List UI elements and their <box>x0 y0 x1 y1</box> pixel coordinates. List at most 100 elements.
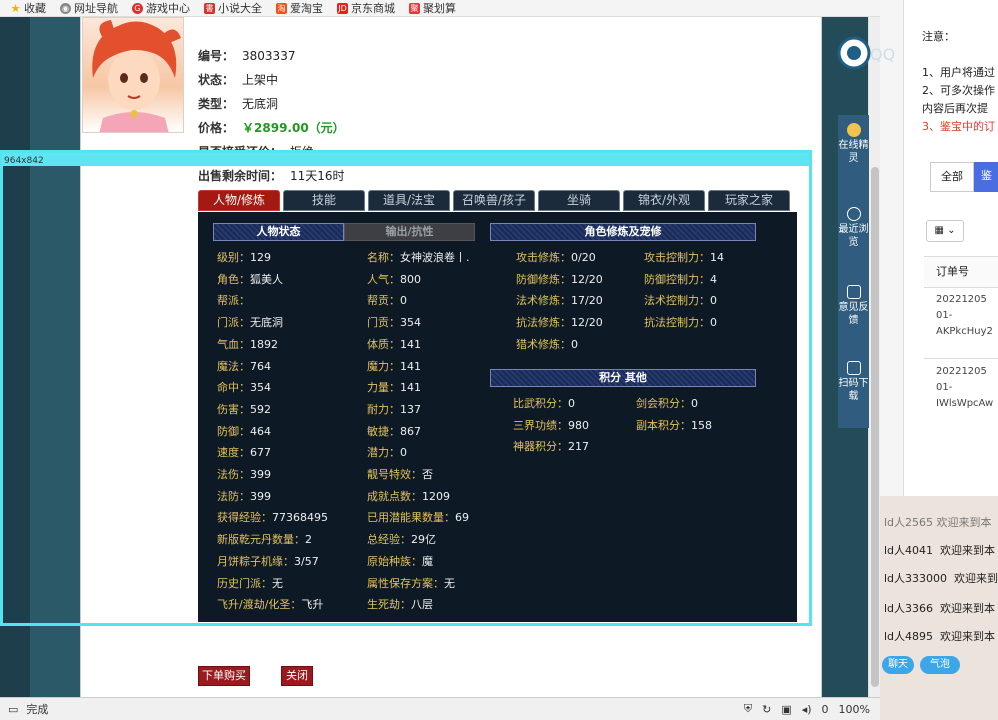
tab-summons[interactable]: 召唤兽/孩子 <box>453 190 535 211</box>
bookmark-juhuasuan[interactable]: 聚聚划算 <box>409 0 456 16</box>
stat-key: 帮贡： <box>367 294 400 308</box>
scrollbar-thumb[interactable] <box>871 167 879 687</box>
juhuasuan-icon: 聚 <box>409 2 420 14</box>
stat-value: 0 <box>568 397 575 410</box>
order-row-1[interactable]: 20221205 01- AKPkcHuy2 <box>924 292 998 340</box>
stat-key: 猎术修炼： <box>516 337 571 351</box>
grid-view-toggle[interactable]: ▦ ⌄ <box>926 220 964 242</box>
shield-icon[interactable]: ⛨ <box>744 702 752 716</box>
stat-row: 伤害：592 <box>217 401 271 417</box>
stat-key: 角色： <box>217 272 250 286</box>
subtab-status[interactable]: 人物状态 <box>213 223 344 241</box>
chat-line-1: ld人4041 欢迎来到本 <box>884 544 996 557</box>
stat-value: 八层 <box>411 598 433 612</box>
item-type: 无底洞 <box>242 97 279 111</box>
bookmark-favorites[interactable]: ★ 收藏 <box>10 0 46 16</box>
stat-value: 0 <box>691 397 698 410</box>
price-label: 价格： <box>198 121 235 135</box>
note-4: 3、鉴宝中的订 <box>922 120 995 133</box>
subtab-resist[interactable]: 输出/抗性 <box>344 223 475 241</box>
sidebar-qr-download[interactable]: 扫码下载 <box>838 361 869 403</box>
stat-row: 名称：女神波浪卷丨. <box>367 249 470 265</box>
tab-mounts[interactable]: 坐骑 <box>538 190 620 211</box>
stat-key: 耐力： <box>367 402 400 416</box>
tab-character[interactable]: 人物/修炼 <box>198 190 280 211</box>
status-bar: ▭ 完成 ⛨ ↻ ▣ ◂) 0 100% <box>0 697 880 720</box>
stat-value: 137 <box>400 402 421 416</box>
stat-key: 体质： <box>367 337 400 351</box>
bookmark-taobao[interactable]: 淘爱淘宝 <box>276 0 323 16</box>
sidebar-feedback[interactable]: 意见反馈 <box>838 285 869 327</box>
stat-value: 764 <box>250 359 271 373</box>
points-header: 积分 其他 <box>490 369 756 387</box>
stat-row: 历史门派：无 <box>217 575 283 591</box>
stat-row: 角色：狐美人 <box>217 271 283 287</box>
points-row: 神器积分：217 <box>513 438 589 454</box>
stat-key: 防御控制力： <box>644 272 710 286</box>
stat-row: 潜力：0 <box>367 444 407 460</box>
stat-value: 77368495 <box>272 511 328 525</box>
stat-value: 0 <box>400 294 407 308</box>
filter-all[interactable]: 全部 <box>930 162 974 192</box>
bookmark-nav[interactable]: ◉ 网址导航 <box>60 0 118 16</box>
stat-key: 剑会积分： <box>636 397 691 410</box>
stat-value: 否 <box>422 468 433 481</box>
stat-row: 体质：141 <box>367 336 421 352</box>
bookmark-novels[interactable]: 書小说大全 <box>204 0 262 16</box>
item-price: ￥2899.00（元） <box>242 121 345 135</box>
sidebar-recent[interactable]: 最近浏览 <box>838 207 869 249</box>
stat-value: 980 <box>568 418 589 432</box>
stat-row: 靓号特效：否 <box>367 466 433 482</box>
item-status: 上架中 <box>242 73 279 87</box>
buy-button[interactable]: 下单购买 <box>198 666 250 686</box>
audio-icon[interactable]: ◂) <box>802 703 812 716</box>
chat-line-4: ld人4895 欢迎来到本 <box>884 630 996 643</box>
chat-pill-bubble[interactable]: 气泡 <box>920 656 960 674</box>
refresh-icon[interactable]: ↻ <box>762 703 771 716</box>
order-divider <box>924 358 998 359</box>
stat-key: 力量： <box>367 381 400 395</box>
tab-skills[interactable]: 技能 <box>283 190 365 211</box>
tab-outfits[interactable]: 锦衣/外观 <box>623 190 705 211</box>
points-row: 剑会积分：0 <box>636 395 698 411</box>
id-label: 编号： <box>198 49 235 63</box>
stat-value: 69 <box>455 511 469 525</box>
tab-items[interactable]: 道具/法宝 <box>368 190 450 211</box>
cultivation-row: 法术修炼：17/20 <box>516 292 603 308</box>
order-row-2[interactable]: 20221205 01- IWlsWpcAw <box>924 364 998 412</box>
chat-pill-talk[interactable]: 聊天 <box>882 656 914 674</box>
stat-row: 命中：354 <box>217 379 271 395</box>
qq-logo-icon: QQ <box>837 36 895 70</box>
close-button[interactable]: 关闭 <box>281 666 313 686</box>
sidebar-online-assistant[interactable]: 在线精灵 <box>838 123 869 165</box>
filter-active[interactable]: 鉴 <box>974 162 998 192</box>
cultivation-row: 抗法修炼：12/20 <box>516 314 603 330</box>
page-scrollbar[interactable] <box>868 17 880 697</box>
stat-row: 门派：无底洞 <box>217 314 283 330</box>
stat-value: 592 <box>250 402 271 416</box>
stat-key: 防御修炼： <box>516 272 571 286</box>
stat-value: 狐美人 <box>250 272 283 286</box>
notice-title: 注意： <box>922 30 955 43</box>
note-3: 内容后再次提 <box>922 102 988 115</box>
stat-row: 飞升/渡劫/化圣：飞升 <box>217 596 323 612</box>
stat-key: 神器积分： <box>513 440 568 454</box>
stat-value: 141 <box>400 359 421 373</box>
tab-home[interactable]: 玩家之家 <box>708 190 790 211</box>
stat-value: 141 <box>400 337 421 351</box>
stat-value: 464 <box>250 424 271 438</box>
bag-icon[interactable]: ▣ <box>781 703 791 716</box>
stat-key: 新版乾元丹数量： <box>217 533 305 547</box>
cultivation-row: 防御修炼：12/20 <box>516 271 603 287</box>
bookmark-games[interactable]: G 游戏中心 <box>132 0 190 16</box>
game-icon: G <box>132 2 143 14</box>
zoom-level[interactable]: 100% <box>839 703 870 716</box>
floating-sidebar: 在线精灵 最近浏览 意见反馈 扫码下载 <box>838 115 869 428</box>
character-avatar <box>82 17 184 133</box>
stat-key: 帮派： <box>217 294 250 308</box>
bookmark-jd[interactable]: JD 京东商城 <box>337 0 395 16</box>
item-id: 3803337 <box>242 49 296 63</box>
stat-row: 新版乾元丹数量：2 <box>217 531 312 547</box>
stat-row: 获得经验：77368495 <box>217 509 328 525</box>
taobao-icon: 淘 <box>276 2 287 14</box>
